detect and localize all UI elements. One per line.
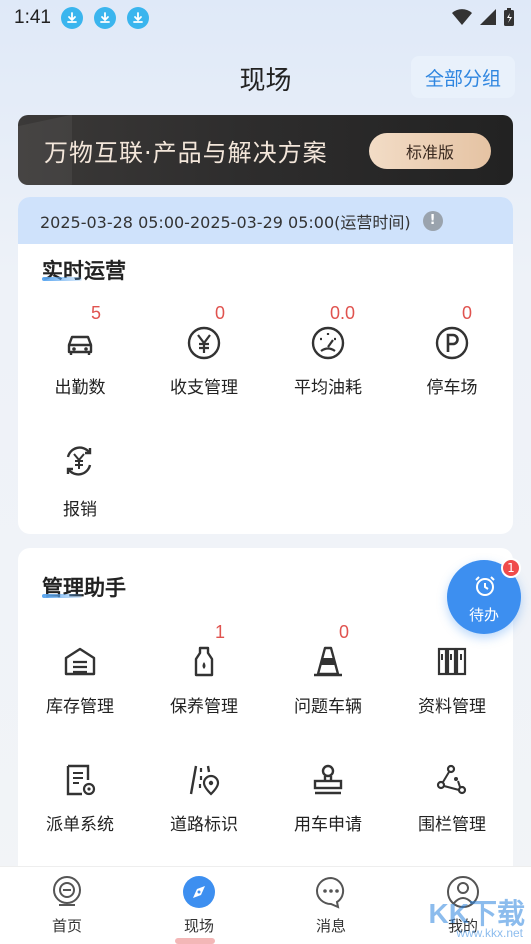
assistant-item-documents[interactable]: 资料管理: [390, 622, 514, 722]
battery-icon: [504, 8, 514, 26]
section-underline: [42, 277, 82, 281]
section-underline: [42, 594, 82, 598]
dispatch-icon: [66, 764, 96, 796]
op-item-attendance[interactable]: 5 出勤数: [18, 303, 142, 403]
download-icon: [126, 7, 149, 29]
gauge-icon: [311, 326, 345, 360]
product-banner[interactable]: 万物互联·产品与解决方案 标准版: [18, 115, 513, 185]
todo-badge: 1: [501, 558, 521, 578]
info-icon[interactable]: !: [422, 210, 443, 231]
todo-label: 待办: [468, 606, 499, 624]
item-label: 收支管理: [170, 378, 238, 398]
traffic-cone-icon: [314, 646, 342, 677]
operation-time-range: 2025-03-28 05:00-2025-03-29 05:00(运营时间) …: [18, 197, 513, 244]
nav-label: 消息: [315, 917, 346, 935]
nav-site[interactable]: 现场: [134, 867, 264, 944]
item-label: 派单系统: [46, 815, 114, 835]
item-count: 0: [462, 303, 473, 323]
item-count: 1: [215, 622, 226, 642]
assistant-item-road-signs[interactable]: 道路标识: [142, 740, 266, 840]
item-label: 出勤数: [54, 378, 106, 398]
item-label: 问题车辆: [294, 697, 362, 717]
assistant-item-problem-vehicles[interactable]: 0 问题车辆: [266, 622, 390, 722]
books-icon: [437, 647, 467, 676]
nav-home[interactable]: 首页: [2, 867, 132, 944]
item-label: 平均油耗: [294, 378, 362, 398]
fence-icon: [436, 764, 467, 795]
compass-icon: [183, 876, 215, 908]
item-label: 库存管理: [46, 697, 114, 717]
banner-text: 万物互联·产品与解决方案: [44, 139, 328, 167]
download-icon: [93, 7, 116, 29]
item-label: 用车申请: [294, 815, 362, 835]
message-icon: [316, 876, 345, 909]
realtime-operation-card: 2025-03-28 05:00-2025-03-29 05:00(运营时间) …: [18, 197, 513, 534]
op-item-income-expense[interactable]: 0 收支管理: [142, 303, 266, 403]
status-time: 1:41: [14, 7, 51, 28]
item-count: 0.0: [330, 303, 356, 323]
assistant-item-dispatch[interactable]: 派单系统: [18, 740, 142, 840]
nav-label: 现场: [183, 917, 214, 935]
alarm-clock-icon: [475, 576, 495, 596]
yuan-icon: [187, 326, 221, 360]
management-assistant-card: 管理助手 库存管理 1 保养管理 0 问题车辆 资料管理 派单系统 道路标识 用…: [18, 548, 513, 878]
active-nav-indicator: [175, 938, 215, 944]
item-label: 围栏管理: [418, 815, 486, 835]
op-item-fuel[interactable]: 0.0 平均油耗: [266, 303, 390, 403]
warehouse-icon: [64, 647, 96, 676]
item-label: 报销: [63, 500, 97, 520]
parking-icon: [435, 326, 469, 360]
stamp-icon: [313, 764, 343, 795]
assistant-item-inventory[interactable]: 库存管理: [18, 622, 142, 722]
item-label: 道路标识: [170, 815, 238, 835]
signal-icon: [480, 9, 496, 25]
reimburse-icon: [66, 446, 92, 476]
item-count: 5: [91, 303, 102, 323]
assistant-item-maintenance[interactable]: 1 保养管理: [142, 622, 266, 722]
assistant-item-fence[interactable]: 围栏管理: [390, 740, 514, 840]
time-range-text: 2025-03-28 05:00-2025-03-29 05:00(运营时间): [40, 212, 411, 232]
item-count: 0: [339, 622, 350, 642]
car-icon: [67, 335, 93, 355]
item-label: 停车场: [426, 378, 478, 398]
item-label: 保养管理: [170, 697, 238, 717]
download-icon: [60, 7, 83, 29]
item-label: 资料管理: [418, 697, 486, 717]
item-count: 0: [215, 303, 226, 323]
nav-label: 首页: [51, 917, 82, 935]
op-item-parking[interactable]: 0 停车场: [390, 303, 513, 403]
road-sign-icon: [189, 765, 220, 796]
nav-messages[interactable]: 消息: [266, 867, 396, 944]
all-groups-button[interactable]: 全部分组: [411, 56, 515, 98]
watermark-url: www.kkx.net: [456, 926, 523, 940]
status-bar: 1:41: [0, 0, 531, 36]
todo-button[interactable]: 待办 1: [447, 558, 521, 634]
oil-bottle-icon: [194, 646, 214, 677]
assistant-item-vehicle-request[interactable]: 用车申请: [266, 740, 390, 840]
op-item-reimburse[interactable]: 报销: [18, 421, 142, 521]
edition-button[interactable]: 标准版: [369, 133, 491, 169]
wifi-icon: [452, 9, 472, 25]
header: 现场 全部分组: [0, 50, 531, 106]
home-icon: [53, 876, 81, 906]
